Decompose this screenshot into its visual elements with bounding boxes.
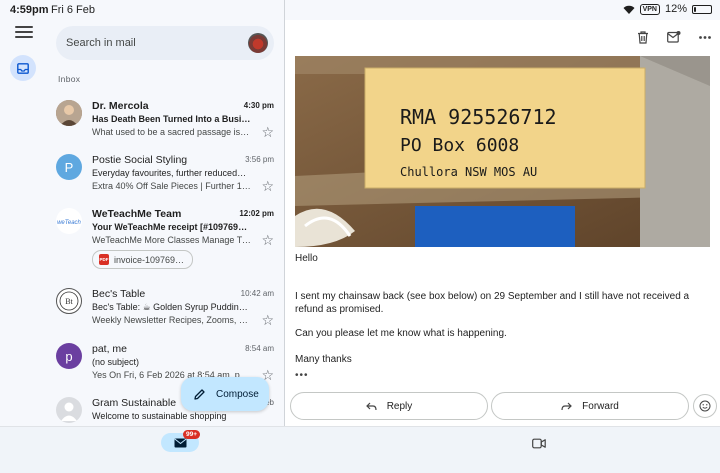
reply-button[interactable]: Reply <box>290 392 488 420</box>
star-icon[interactable]: ☆ <box>261 313 274 327</box>
photo-text-line: RMA 925526712 <box>400 105 557 129</box>
bottom-nav: 99+ <box>0 426 720 473</box>
pdf-icon: PDF <box>99 254 109 265</box>
email-preview: Weekly Newsletter Recipes, Zooms, C… <box>92 315 252 325</box>
email-time: 8:54 am <box>245 344 274 353</box>
nav-rail <box>0 20 46 426</box>
battery-icon <box>692 4 712 14</box>
sender-avatar <box>56 100 82 126</box>
email-subject: Your WeTeachMe receipt [#109769… <box>92 222 248 232</box>
search-input[interactable]: Search in mail <box>66 37 136 49</box>
email-sender: Bec's Table <box>92 288 146 300</box>
svg-text:Bt: Bt <box>65 297 73 306</box>
email-sender: WeTeachMe Team <box>92 208 182 220</box>
emoji-reaction-button[interactable] <box>693 394 717 418</box>
email-row[interactable]: P Postie Social Styling 3:56 pm Everyday… <box>46 150 284 204</box>
email-preview: What used to be a sacred passage is… <box>92 127 250 137</box>
status-bar: 4:59pm Fri 6 Feb VPN 12% <box>0 0 720 20</box>
account-avatar[interactable] <box>248 33 268 53</box>
battery-percent: 12% <box>664 3 687 15</box>
message-toolbar <box>636 30 712 44</box>
section-label: Inbox <box>58 74 81 84</box>
compose-label: Compose <box>216 388 259 400</box>
unread-count-badge: 99+ <box>183 430 201 439</box>
email-subject: Welcome to sustainable shopping <box>92 411 227 421</box>
email-sender: Gram Sustainable <box>92 397 177 409</box>
email-time: 3:56 pm <box>245 155 274 164</box>
inbox-icon <box>17 62 29 74</box>
message-paragraph: I sent my chainsaw back (see box below) … <box>295 291 690 315</box>
video-camera-icon <box>532 438 546 449</box>
star-icon[interactable]: ☆ <box>261 233 274 247</box>
email-subject: (no subject) <box>92 357 140 367</box>
star-icon[interactable]: ☆ <box>261 179 274 193</box>
sender-avatar: weTeach <box>56 208 82 234</box>
email-subject: Everyday favourites, further reduced… <box>92 168 247 178</box>
mark-unread-icon[interactable] <box>667 30 681 44</box>
email-time: 4:30 pm <box>243 101 274 110</box>
compose-button[interactable]: Compose <box>181 377 269 411</box>
forward-button[interactable]: Forward <box>491 392 689 420</box>
forward-icon <box>561 402 573 410</box>
message-signoff: Many thanks <box>295 354 352 365</box>
meet-tab[interactable] <box>532 436 546 454</box>
rail-inbox-button[interactable] <box>10 55 36 81</box>
svg-text:weTeach: weTeach <box>57 220 81 226</box>
delete-icon[interactable] <box>636 30 650 44</box>
email-preview: WeTeachMe More Classes Manage Ti… <box>92 235 252 245</box>
star-icon[interactable]: ☆ <box>261 125 274 139</box>
reply-label: Reply <box>386 400 413 412</box>
mail-icon <box>173 438 187 447</box>
email-time: 12:02 pm <box>239 209 274 218</box>
battery-level <box>694 6 696 12</box>
email-preview: Extra 40% Off Sale Pieces | Further 1… <box>92 181 251 191</box>
hamburger-menu-icon[interactable] <box>15 26 33 40</box>
status-time: 4:59pm <box>10 4 49 16</box>
attached-photo[interactable]: RMA 925526712 PO Box 6008 Chullora NSW M… <box>295 56 710 247</box>
email-time: 10:42 am <box>240 289 274 298</box>
reply-icon <box>365 402 377 410</box>
vpn-badge: VPN <box>639 3 660 15</box>
email-sender: Dr. Mercola <box>92 100 149 112</box>
email-subject: Bec's Table: ☕ Golden Syrup Puddin… <box>92 302 248 312</box>
reading-pane: RMA 925526712 PO Box 6008 Chullora NSW M… <box>285 20 720 426</box>
photo-text-line: Chullora NSW MOS AU <box>400 165 537 179</box>
email-list-pane: Search in mail Inbox Dr. Mercola 4:30 pm… <box>46 20 284 426</box>
photo-text-line: PO Box 6008 <box>400 135 519 156</box>
sender-avatar: p <box>56 343 82 369</box>
pencil-icon <box>194 388 205 400</box>
show-trimmed-content-button[interactable]: ••• <box>295 370 309 381</box>
more-options-icon[interactable] <box>698 30 712 44</box>
smiley-icon <box>699 400 711 412</box>
wifi-icon <box>623 5 635 14</box>
message-paragraph: Can you please let me know what is happe… <box>295 328 507 339</box>
status-indicators: VPN 12% <box>623 3 712 15</box>
status-date: Fri 6 Feb <box>51 4 96 16</box>
email-row[interactable]: Dr. Mercola 4:30 pm Has Death Been Turne… <box>46 96 284 150</box>
email-sender: pat, me <box>92 343 128 355</box>
email-subject: Has Death Been Turned Into a Busi… <box>92 114 251 124</box>
sender-avatar: P <box>56 154 82 180</box>
forward-label: Forward <box>582 400 619 412</box>
attachment-chip[interactable]: PDF invoice-109769… <box>92 250 193 269</box>
sender-avatar: Bt <box>56 288 82 314</box>
search-bar[interactable]: Search in mail <box>56 26 274 60</box>
email-sender: Postie Social Styling <box>92 154 188 166</box>
sender-avatar <box>56 397 82 423</box>
email-row[interactable]: weTeach WeTeachMe Team 12:02 pm Your WeT… <box>46 204 284 278</box>
message-greeting: Hello <box>295 253 318 264</box>
attachment-name: invoice-109769… <box>114 254 185 265</box>
email-row[interactable]: Bt Bec's Table 10:42 am Bec's Table: ☕ G… <box>46 284 284 338</box>
